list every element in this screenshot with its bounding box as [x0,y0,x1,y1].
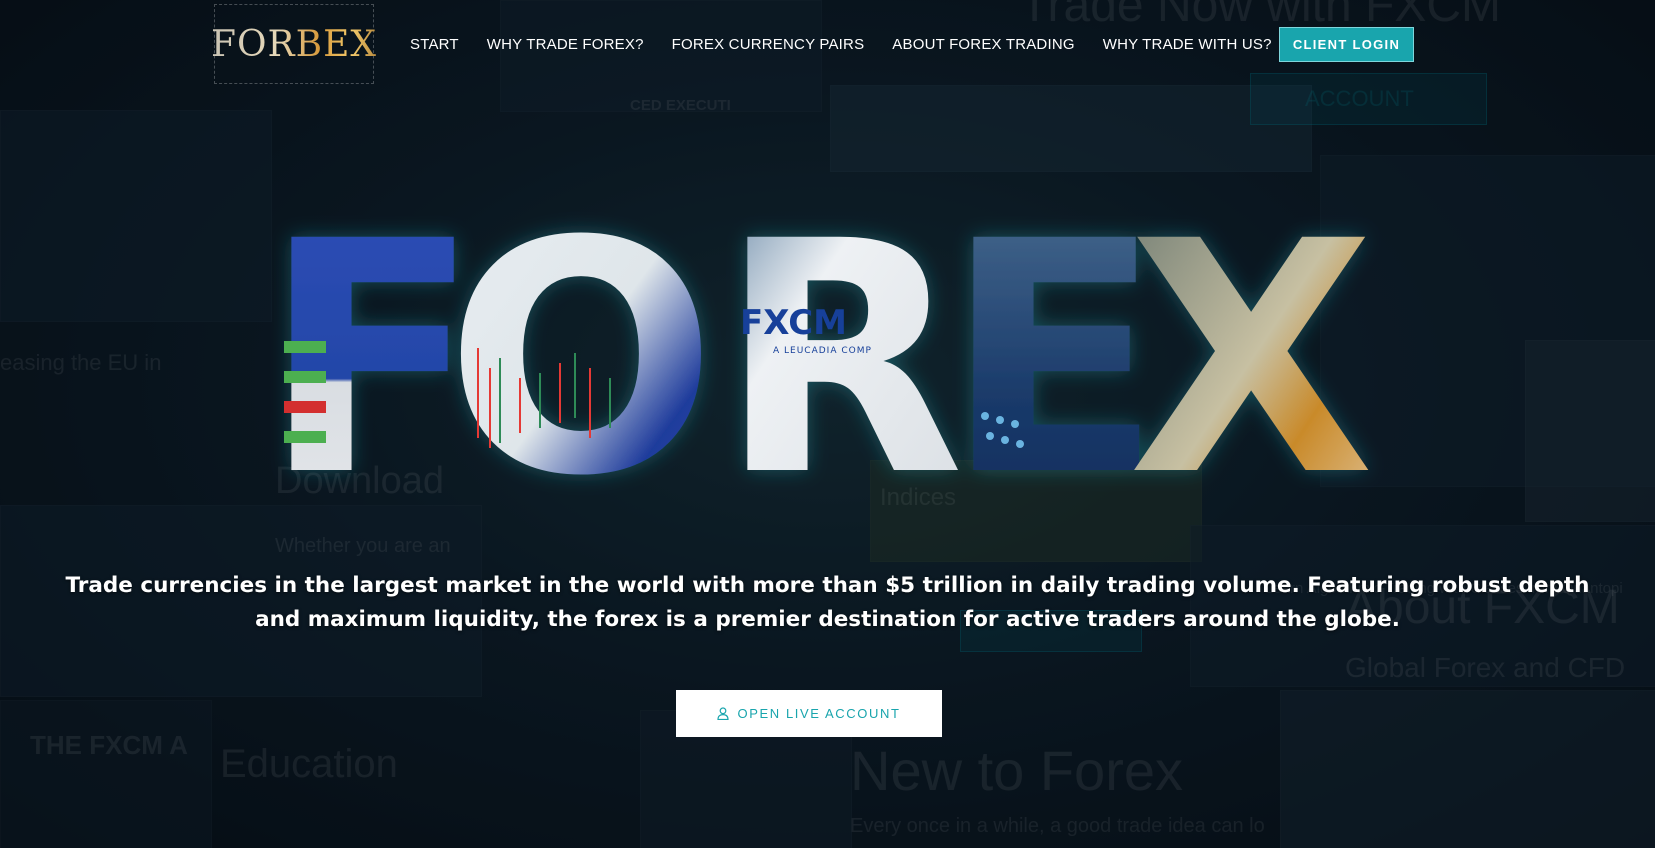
client-login-button[interactable]: CLIENT LOGIN [1279,27,1414,62]
open-live-account-button[interactable]: OPEN LIVE ACCOUNT [676,690,942,737]
nav-item-forex-currency-pairs[interactable]: FOREX CURRENCY PAIRS [672,36,865,53]
nav-item-why-trade-with-us[interactable]: WHY TRADE WITH US? [1103,36,1272,53]
nav-item-about-forex-trading[interactable]: ABOUT FOREX TRADING [892,36,1074,53]
site-logo[interactable]: FORBEX [211,4,377,84]
hero-letter-overlay-text: A LEUCADIA COMP [773,346,872,356]
nav-item-start[interactable]: START [410,36,459,53]
logo-text: FORBEX [211,23,377,65]
hero-letter-overlay-text: FXCM [740,303,847,343]
hero-letter: X [1128,174,1375,528]
main-nav: START WHY TRADE FOREX? FOREX CURRENCY PA… [410,26,1300,62]
nav-item-why-trade-forex[interactable]: WHY TRADE FOREX? [487,36,644,53]
hero-forex-word: F O R E X FXCM A LEUCADIA COMP [262,174,1375,528]
hero-tagline: Trade currencies in the largest market i… [65,573,1590,632]
hero-letter: O [445,174,717,528]
user-icon [717,707,730,720]
open-live-account-label: OPEN LIVE ACCOUNT [737,706,901,721]
